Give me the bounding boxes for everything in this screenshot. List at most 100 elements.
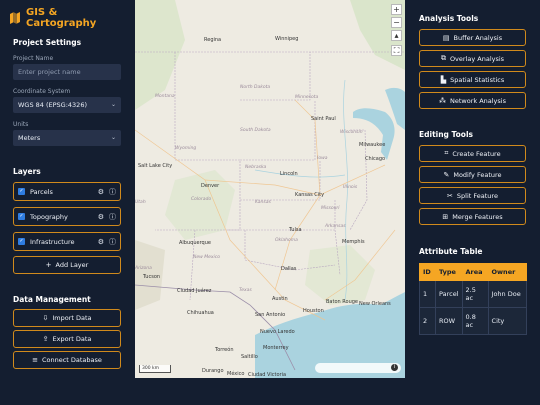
button-label: Create Feature <box>452 149 501 158</box>
layer-item-topography[interactable]: ✓ Topography ⚙ ⓘ <box>13 207 121 226</box>
attribute-table-title: Attribute Table <box>419 247 483 256</box>
table-row[interactable]: 1 Parcel 2.5 ac John Doe <box>419 280 527 308</box>
add-layer-label: Add Layer <box>55 261 89 269</box>
info-icon[interactable]: ⓘ <box>109 237 116 247</box>
map-label: North Dakota <box>240 85 271 90</box>
map-label: Nuevo Laredo <box>260 329 295 335</box>
split-feature-button[interactable]: ✂ Split Feature <box>419 187 526 204</box>
info-icon[interactable]: i <box>391 364 398 371</box>
connect-database-button[interactable]: ≡ Connect Database <box>13 351 121 369</box>
map-attribution[interactable]: i <box>315 363 401 373</box>
create-icon: ⌗ <box>444 149 449 157</box>
map-label: New Mexico <box>193 255 221 260</box>
left-sidebar: GIS & Cartography Project Settings Proje… <box>0 0 131 405</box>
table-cell: John Doe <box>487 280 527 308</box>
coordinate-system-value: WGS 84 (EPSG:4326) <box>18 101 87 109</box>
project-settings-title: Project Settings <box>13 38 82 47</box>
zoom-out-button[interactable]: − <box>391 17 402 28</box>
map-label: Ciudad Juárez <box>177 288 212 294</box>
map-label: South Dakota <box>240 128 271 133</box>
map-label: Kansas City <box>295 192 325 198</box>
export-data-button[interactable]: ⇪ Export Data <box>13 330 121 348</box>
map-label: Torreón <box>215 347 234 353</box>
modify-feature-button[interactable]: ✎ Modify Feature <box>419 166 526 183</box>
split-icon: ✂ <box>447 191 453 200</box>
connect-database-label: Connect Database <box>41 356 102 364</box>
map-view[interactable]: Regina Winnipeg North Dakota Minnesota M… <box>135 0 405 378</box>
plus-icon: + <box>45 261 52 269</box>
column-header[interactable]: ID <box>419 263 436 281</box>
map-label: Austin <box>272 296 288 302</box>
coordinate-system-label: Coordinate System <box>13 88 71 95</box>
import-data-button[interactable]: ⇩ Import Data <box>13 309 121 327</box>
layers-title: Layers <box>13 167 41 176</box>
edit-icon: ✎ <box>443 170 450 179</box>
add-layer-button[interactable]: + Add Layer <box>13 256 121 274</box>
app-title: GIS & Cartography <box>25 7 97 29</box>
attribute-table: ID Type Area Owner 1 Parcel 2.5 ac John … <box>419 263 527 335</box>
map-label: Memphis <box>342 239 365 245</box>
map-label: Arizona <box>135 266 152 271</box>
spatial-statistics-button[interactable]: ▙ Spatial Statistics <box>419 71 526 88</box>
map-label: New Orleans <box>359 301 391 307</box>
info-icon[interactable]: ⓘ <box>109 187 116 197</box>
map-label: Iowa <box>317 156 328 161</box>
compass-icon[interactable]: ▴ <box>391 30 402 41</box>
map-label: Minnesota <box>295 95 319 100</box>
map-label: Wyoming <box>175 146 197 151</box>
map-label: Kansas <box>255 200 271 205</box>
project-name-input[interactable]: Enter project name <box>13 64 121 80</box>
units-select[interactable]: Meters ⌄ <box>13 130 121 146</box>
zoom-in-button[interactable]: + <box>391 4 402 15</box>
map-label: Milwaukee <box>359 142 386 148</box>
map-label: Denver <box>201 183 220 189</box>
column-header[interactable]: Type <box>435 263 463 281</box>
button-label: Modify Feature <box>453 170 502 179</box>
layer-label: Infrastructure <box>30 237 75 246</box>
buffer-analysis-button[interactable]: ▤ Buffer Analysis <box>419 29 526 46</box>
layer-item-infrastructure[interactable]: ✓ Infrastructure ⚙ ⓘ <box>13 232 121 251</box>
import-data-label: Import Data <box>52 314 92 322</box>
map-label: Albuquerque <box>179 240 211 246</box>
gear-icon[interactable]: ⚙ <box>98 238 104 246</box>
chevron-down-icon: ⌄ <box>110 134 116 141</box>
analysis-tools-title: Analysis Tools <box>419 14 479 23</box>
column-header[interactable]: Area <box>461 263 489 281</box>
map-label: Lincoln <box>280 171 298 177</box>
gear-icon[interactable]: ⚙ <box>98 188 104 196</box>
project-name-label: Project Name <box>13 55 54 62</box>
layer-checkbox[interactable]: ✓ <box>18 238 25 245</box>
data-management-title: Data Management <box>13 295 91 304</box>
map-label: San Antonio <box>255 312 286 318</box>
column-header[interactable]: Owner <box>487 263 527 281</box>
overlay-analysis-button[interactable]: ⧉ Overlay Analysis <box>419 50 526 67</box>
network-analysis-button[interactable]: ⁂ Network Analysis <box>419 92 526 109</box>
map-label: Salt Lake City <box>138 163 173 169</box>
merge-features-button[interactable]: ⊞ Merge Features <box>419 208 526 225</box>
gear-icon[interactable]: ⚙ <box>98 213 104 221</box>
button-label: Buffer Analysis <box>453 33 503 42</box>
map-canvas <box>135 0 405 378</box>
coordinate-system-select[interactable]: WGS 84 (EPSG:4326) ⌄ <box>13 97 121 113</box>
import-icon: ⇩ <box>42 314 49 322</box>
layer-item-parcels[interactable]: ✓ Parcels ⚙ ⓘ <box>13 182 121 201</box>
database-icon: ≡ <box>32 356 38 364</box>
layer-label: Parcels <box>30 187 53 196</box>
map-label: Texas <box>239 288 252 293</box>
units-label: Units <box>13 121 29 128</box>
button-label: Merge Features <box>452 212 503 221</box>
fullscreen-icon[interactable]: ⛶ <box>391 45 402 56</box>
map-label: Saltillo <box>241 354 258 360</box>
right-panel: Analysis Tools ▤ Buffer Analysis ⧉ Overl… <box>409 0 540 405</box>
create-feature-button[interactable]: ⌗ Create Feature <box>419 145 526 162</box>
units-value: Meters <box>18 134 41 142</box>
editing-tools-title: Editing Tools <box>419 130 473 139</box>
layer-checkbox[interactable]: ✓ <box>18 188 25 195</box>
button-label: Overlay Analysis <box>449 54 505 63</box>
table-cell: 2.5 ac <box>461 280 489 308</box>
table-row[interactable]: 2 ROW 0.8 ac City <box>419 307 527 335</box>
info-icon[interactable]: ⓘ <box>109 212 116 222</box>
map-label: Colorado <box>191 197 212 202</box>
layer-checkbox[interactable]: ✓ <box>18 213 25 220</box>
map-label: México <box>227 371 245 377</box>
